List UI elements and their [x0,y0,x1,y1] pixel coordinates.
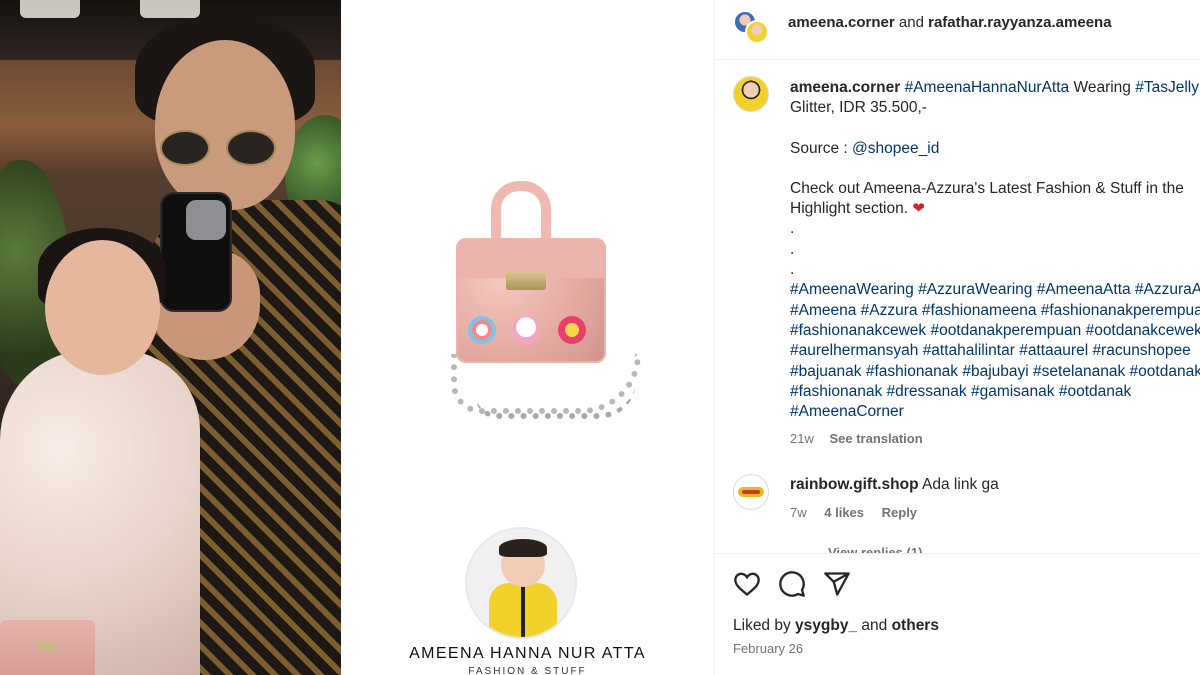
post-product-image: AMEENA HANNA NUR ATTA FASHION & STUFF [341,0,714,675]
photo-lamp [140,0,200,18]
star-charm-icon [558,316,586,344]
photo-sunglasses [160,130,280,170]
caption-dot: . [790,240,795,258]
collab-avatars[interactable] [733,10,773,46]
post-details-panel: ameena.corner and rafathar.rayyanza.amee… [714,0,1200,675]
see-translation-button[interactable]: See translation [829,431,922,446]
photo-lamp [20,0,80,18]
shop-name: AMEENA HANNA NUR ATTA [409,645,646,662]
share-icon[interactable] [823,570,851,598]
caption-username-link[interactable]: ameena.corner [790,79,900,96]
comment: rainbow.gift.shop Ada link ga [790,476,999,494]
liked-by-user-link[interactable]: ysygby_ [795,617,857,634]
caption-text: Glitter, IDR 35.500,- [790,99,927,117]
post-caption: ameena.corner #AmeenaHannaNurAtta Wearin… [790,78,1200,422]
coauthor-username-link[interactable]: rafathar.rayyanza.ameena [928,14,1111,31]
commenter-avatar[interactable] [733,474,769,510]
caption-text: Source : [790,139,848,157]
bag-chain [476,381,636,419]
post-authors: ameena.corner and rafathar.rayyanza.amee… [788,14,1112,31]
caption-timestamp[interactable]: 21w [790,431,814,446]
hashtag-link[interactable]: #AmeenaHannaNurAtta [905,79,1070,96]
post-actions: Liked by ysygby_ and others February 26 [715,553,1200,675]
avatar[interactable] [745,20,769,44]
shop-logo-avatar [465,527,577,639]
post-date[interactable]: February 26 [733,641,803,656]
author-username-link[interactable]: ameena.corner [788,14,895,31]
liked-by-others-link[interactable]: others [892,617,939,634]
reply-button[interactable]: Reply [882,505,917,520]
comment-icon[interactable] [778,570,806,598]
hashtag-line[interactable]: #AmeenaWearing #AzzuraWearing #AmeenaAtt… [790,280,1200,300]
red-heart-emoji-icon: ❤ [912,200,925,218]
hashtag-line[interactable]: #AmeenaCorner [790,402,1200,422]
jelly-bag-illustration [446,176,646,426]
caption-text: Check out Ameena-Azzura's Latest Fashion… [790,179,1184,197]
bag-clasp [506,272,546,290]
heart-icon[interactable] [733,570,761,598]
comment-meta: 7w 4 likes Reply [790,505,931,520]
comment-likes-count[interactable]: 4 likes [824,505,864,520]
hashtag-line[interactable]: #aurelhermansyah #attahalilintar #attaau… [790,341,1200,361]
hashtag-line[interactable]: #bajuanak #fashionanak #bajubayi #setela… [790,362,1200,382]
liked-by-and: and [861,617,888,634]
photo-man-face [155,40,295,210]
bunny-charm-icon [512,316,540,344]
photo-phone [160,192,232,312]
shop-tagline: FASHION & STUFF [468,666,587,675]
comment-text: Ada link ga [922,476,999,493]
caption-dot: . [790,220,795,238]
caption-text: Wearing [1073,79,1131,96]
liked-by-prefix: Liked by [733,617,791,634]
commenter-username-link[interactable]: rainbow.gift.shop [790,476,919,493]
hashtag-line[interactable]: #Ameena #Azzura #fashionameena #fashiona… [790,301,1200,321]
hashtag-link[interactable]: #TasJelly [1135,79,1199,96]
hashtag-line[interactable]: #fashionanakcewek #ootdanakperempuan #oo… [790,321,1200,341]
caption-meta: 21w See translation [790,431,923,446]
post-header: ameena.corner and rafathar.rayyanza.amee… [715,0,1200,60]
mention-link[interactable]: @shopee_id [852,140,939,157]
photo-mini-bag [0,620,95,675]
author-connector: and [898,14,924,31]
caption-dot: . [790,261,795,279]
post-photo-left [0,0,341,675]
caption-author-avatar[interactable] [733,76,769,112]
hashtag-line[interactable]: #fashionanak #dressanak #gamisanak #ootd… [790,382,1200,402]
liked-by: Liked by ysygby_ and others [733,617,939,635]
rainbow-charm-icon [468,316,496,344]
comment-timestamp[interactable]: 7w [790,505,807,520]
caption-text: Highlight section. [790,200,909,218]
photo-girl-face [45,240,160,375]
